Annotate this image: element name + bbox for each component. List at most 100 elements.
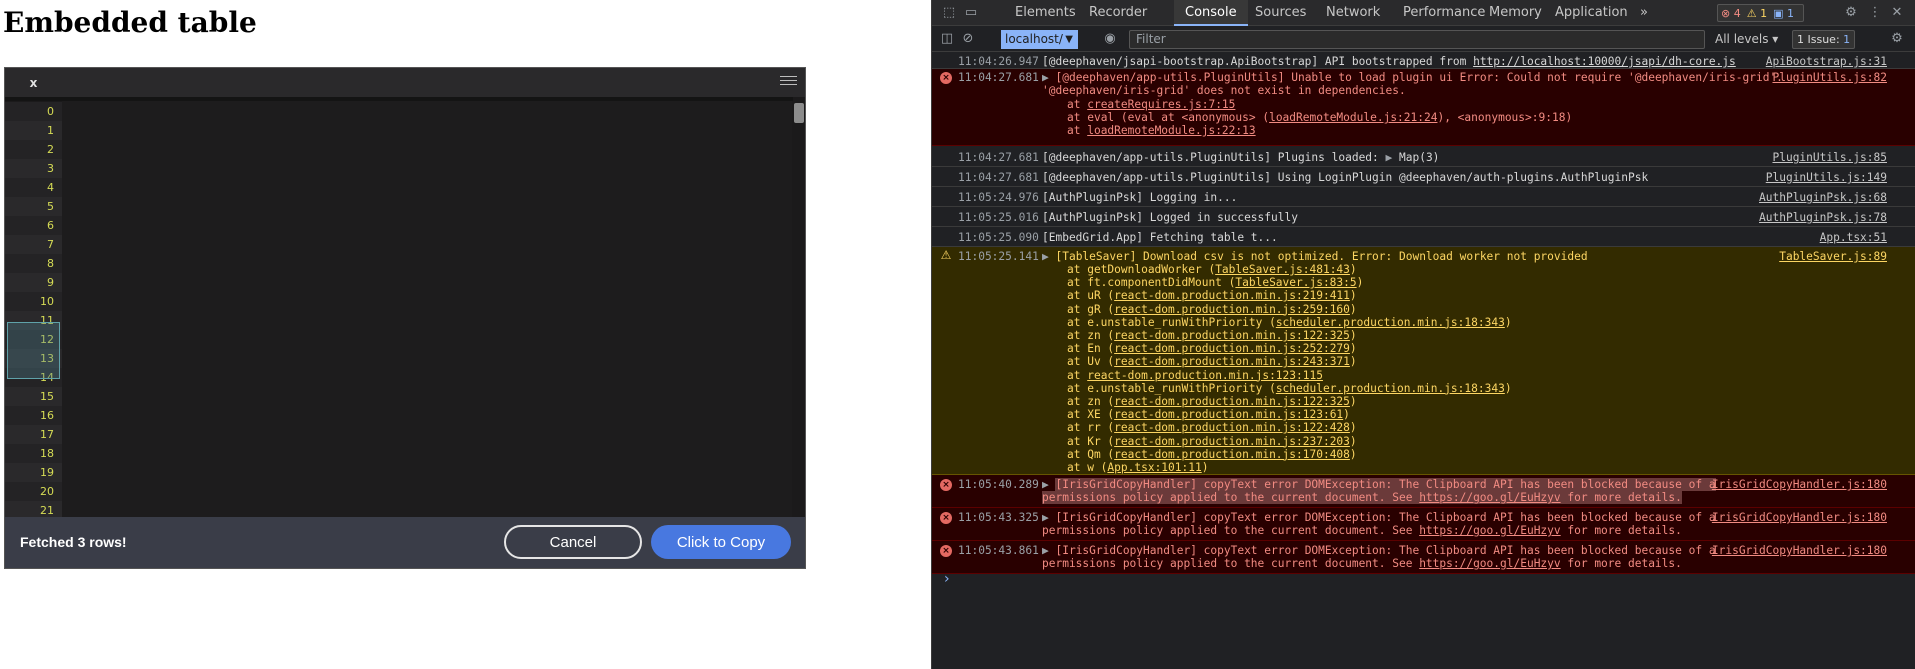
stack-link[interactable]: scheduler.production.min.js:18:343 (1276, 382, 1505, 395)
row-number[interactable]: 8 (5, 254, 62, 273)
tab-elements[interactable]: Elements (1013, 0, 1078, 26)
console-message: 11:05:25.016 [AuthPluginPsk] Logged in s… (932, 207, 1915, 227)
cancel-button[interactable]: Cancel (504, 525, 642, 559)
tab-console[interactable]: Console (1174, 0, 1248, 26)
console-filter-input[interactable]: Filter (1129, 30, 1705, 49)
stack-link[interactable]: loadRemoteModule.js:21:24 (1269, 111, 1437, 124)
row-number[interactable]: 3 (5, 159, 62, 178)
copy-confirmation-bar: Fetched 3 rows! Cancel Click to Copy (5, 517, 805, 568)
row-number-column[interactable]: 0 1 2 3 4 5 6 7 8 9 10 11 12 13 14 15 16 17 18 19 20 21 (5, 101, 62, 541)
more-tabs-chevron-icon[interactable]: » (1638, 0, 1650, 26)
error-icon: × (940, 479, 952, 491)
source-location-link[interactable]: AuthPluginPsk.js:68 (1759, 191, 1887, 204)
row-number[interactable]: 10 (5, 292, 62, 311)
execution-context-select[interactable]: localhost/▼ (1001, 30, 1078, 49)
stack-frame: at rr (react-dom.production.min.js:122:4… (1067, 421, 1357, 435)
stack-link[interactable]: react-dom.production.min.js:170:408 (1114, 448, 1350, 461)
stack-link[interactable]: react-dom.production.min.js:123:61 (1114, 408, 1343, 421)
source-location-link[interactable]: IrisGridCopyHandler.js:180 (1712, 511, 1887, 524)
stack-frame: at ft.componentDidMount (TableSaver.js:8… (1067, 276, 1364, 290)
row-number[interactable]: 15 (5, 387, 62, 406)
live-expression-eye-icon[interactable]: ◉ (1102, 31, 1118, 47)
device-toolbar-icon[interactable]: ▭ (963, 5, 979, 21)
row-number[interactable]: 2 (5, 140, 62, 159)
row-number[interactable]: 1 (5, 121, 62, 140)
click-to-copy-button[interactable]: Click to Copy (651, 525, 791, 559)
stack-link[interactable]: scheduler.production.min.js:18:343 (1276, 316, 1505, 329)
stack-link[interactable]: TableSaver.js:481:43 (1215, 263, 1350, 276)
row-number[interactable]: 17 (5, 425, 62, 444)
map-object[interactable]: Map(3) (1399, 151, 1439, 164)
source-location-link[interactable]: IrisGridCopyHandler.js:180 (1712, 544, 1887, 557)
stack-link[interactable]: TableSaver.js:83:5 (1235, 276, 1356, 289)
scrollbar-thumb[interactable] (794, 103, 804, 123)
console-prompt-chevron-icon[interactable]: › (944, 571, 950, 587)
stack-link[interactable]: react-dom.production.min.js:123:115 (1087, 369, 1323, 382)
row-number[interactable]: 6 (5, 216, 62, 235)
source-location-link[interactable]: App.tsx:51 (1820, 231, 1887, 244)
grid-menu-icon[interactable] (780, 76, 797, 89)
settings-gear-icon[interactable]: ⚙ (1843, 5, 1859, 21)
tab-application[interactable]: Application (1553, 0, 1630, 26)
console-message-counts[interactable]: ⊗ 4 ⚠ 1 ▣ 1 (1717, 4, 1804, 22)
stack-frame: at En (react-dom.production.min.js:252:2… (1067, 342, 1357, 356)
error-icon: × (940, 545, 952, 557)
vertical-scrollbar[interactable] (793, 97, 805, 541)
more-options-icon[interactable]: ⋮ (1867, 5, 1883, 21)
console-error-message: × 11:05:40.289 ▶ [IrisGridCopyHandler] c… (932, 475, 1915, 508)
docs-link[interactable]: https://goo.gl/EuHzyv (1419, 557, 1560, 570)
source-location-link[interactable]: PluginUtils.js:82 (1772, 71, 1887, 84)
sidebar-toggle-icon[interactable]: ◫ (939, 31, 955, 47)
tab-memory[interactable]: Memory (1487, 0, 1544, 26)
log-levels-dropdown[interactable]: All levels ▾ (1715, 30, 1778, 49)
console-message: 11:04:27.681 [@deephaven/app-utils.Plugi… (932, 147, 1915, 167)
source-link[interactable]: http://localhost:10000/jsapi/dh-core.js (1473, 55, 1736, 68)
row-number[interactable]: 9 (5, 273, 62, 292)
stack-link[interactable]: react-dom.production.min.js:122:325 (1114, 395, 1350, 408)
source-location-link[interactable]: PluginUtils.js:149 (1766, 171, 1887, 184)
row-number[interactable]: 7 (5, 235, 62, 254)
stack-link[interactable]: loadRemoteModule.js:22:13 (1087, 124, 1255, 137)
console-message: 11:05:24.976 [AuthPluginPsk] Logging in.… (932, 187, 1915, 207)
docs-link[interactable]: https://goo.gl/EuHzyv (1419, 491, 1560, 504)
row-number[interactable]: 0 (5, 102, 62, 121)
iris-grid[interactable]: x 0 1 2 3 4 5 6 7 8 9 10 11 12 13 14 15 16 17 18 19 20 21 Fet… (4, 67, 806, 569)
source-location-link[interactable]: ApiBootstrap.js:31 (1766, 55, 1887, 68)
row-number[interactable]: 4 (5, 178, 62, 197)
stack-link[interactable]: react-dom.production.min.js:243:371 (1114, 355, 1350, 368)
stack-link[interactable]: react-dom.production.min.js:122:428 (1114, 421, 1350, 434)
source-location-link[interactable]: PluginUtils.js:85 (1772, 151, 1887, 164)
error-icon: × (940, 512, 952, 524)
stack-link[interactable]: App.tsx:101:11 (1107, 461, 1201, 474)
clear-console-icon[interactable]: ⊘ (960, 31, 976, 47)
tab-recorder[interactable]: Recorder (1087, 0, 1149, 26)
stack-link[interactable]: createRequires.js:7:15 (1087, 98, 1235, 111)
docs-link[interactable]: https://goo.gl/EuHzyv (1419, 524, 1560, 537)
source-location-link[interactable]: TableSaver.js:89 (1779, 250, 1887, 263)
issues-button[interactable]: 1 Issue: 1 (1792, 30, 1856, 49)
inspect-element-icon[interactable]: ⬚ (941, 5, 957, 21)
console-messages[interactable]: 11:04:26.947 [@deephaven/jsapi-bootstrap… (932, 53, 1915, 669)
close-devtools-icon[interactable]: ✕ (1889, 5, 1905, 21)
stack-link[interactable]: react-dom.production.min.js:237:203 (1114, 435, 1350, 448)
console-settings-icon[interactable]: ⚙ (1889, 31, 1905, 47)
stack-link[interactable]: react-dom.production.min.js:259:160 (1114, 303, 1350, 316)
tab-network[interactable]: Network (1324, 0, 1382, 26)
stack-frame: at Kr (react-dom.production.min.js:237:2… (1067, 434, 1357, 448)
row-number[interactable]: 18 (5, 444, 62, 463)
stack-link[interactable]: react-dom.production.min.js:122:325 (1114, 329, 1350, 342)
stack-link[interactable]: react-dom.production.min.js:252:279 (1114, 342, 1350, 355)
row-number[interactable]: 20 (5, 482, 62, 501)
row-number[interactable]: 16 (5, 406, 62, 425)
grid-body[interactable] (62, 101, 792, 541)
stack-frame: at uR (react-dom.production.min.js:219:4… (1067, 289, 1357, 303)
console-toolbar: ◫ ⊘ localhost/▼ ◉ Filter All levels ▾ 1 … (932, 27, 1915, 52)
row-number[interactable]: 19 (5, 463, 62, 482)
tab-sources[interactable]: Sources (1253, 0, 1308, 26)
row-number[interactable]: 5 (5, 197, 62, 216)
source-location-link[interactable]: AuthPluginPsk.js:78 (1759, 211, 1887, 224)
tab-performance[interactable]: Performance (1401, 0, 1487, 26)
stack-link[interactable]: react-dom.production.min.js:219:411 (1114, 289, 1350, 302)
source-location-link[interactable]: IrisGridCopyHandler.js:180 (1712, 478, 1887, 491)
column-header-x[interactable]: x (5, 68, 62, 97)
